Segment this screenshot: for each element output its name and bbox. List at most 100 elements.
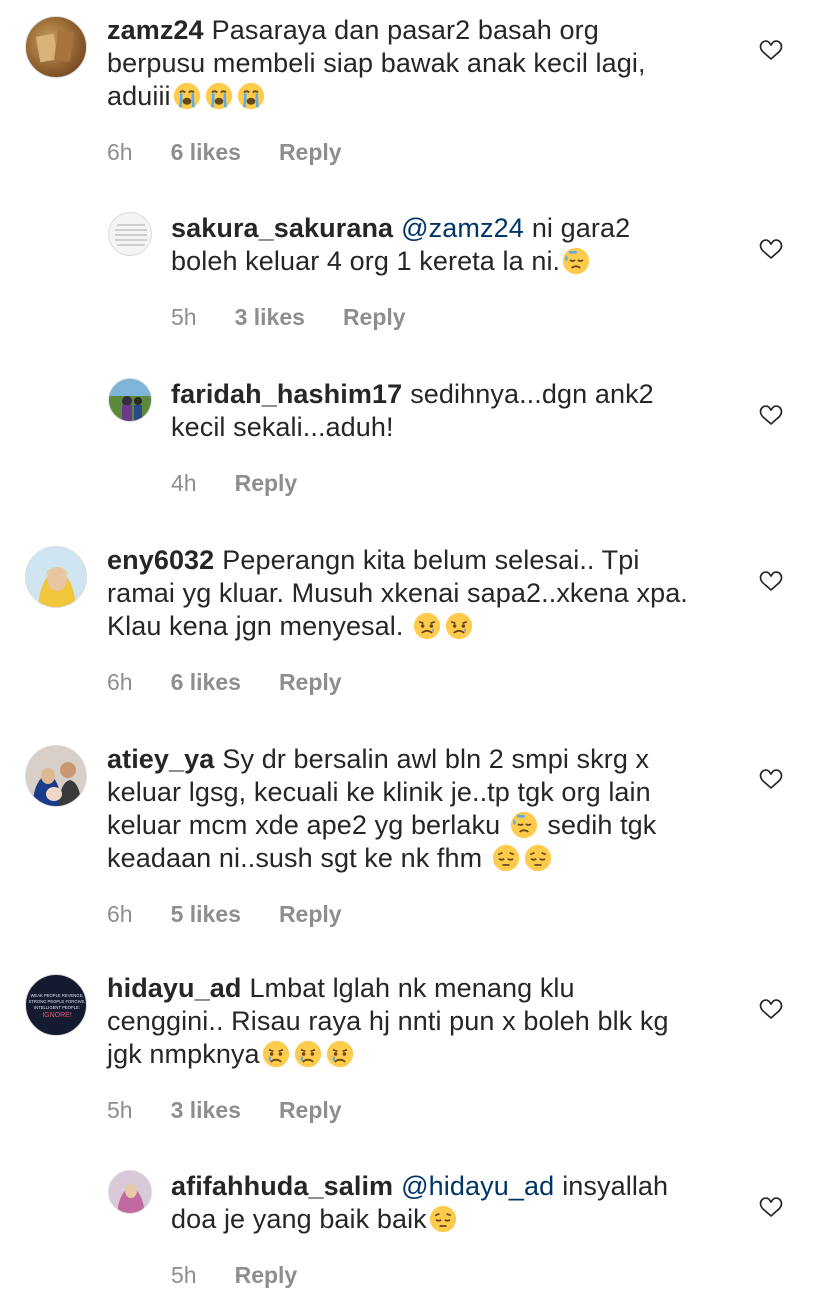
username-link[interactable]: atiey_ya — [107, 744, 214, 774]
avatar[interactable] — [25, 16, 87, 78]
like-heart-icon[interactable] — [758, 997, 784, 1021]
mention-link[interactable]: @hidayu_ad — [401, 1171, 554, 1201]
comment-line: Lmbat lglah nk menang klu — [249, 973, 575, 1003]
timestamp: 6h — [107, 669, 133, 695]
avatar-quote-line: INTELLIGENT PEOPLE: — [34, 1005, 80, 1010]
comment-body: sakura_sakurana @zamz24 ni gara2 boleh kel… — [171, 212, 731, 331]
comment-body: hidayu_ad Lmbat lglah nk menang klu cengg… — [107, 972, 727, 1124]
comment-meta: 4h Reply — [171, 470, 731, 497]
loudly-crying-emoji-icon — [205, 82, 233, 110]
username-link[interactable]: zamz24 — [107, 15, 204, 45]
avatar-image — [115, 224, 147, 246]
like-heart-icon[interactable] — [758, 1195, 784, 1219]
timestamp: 5h — [171, 1262, 197, 1288]
mention-link[interactable]: @zamz24 — [401, 213, 524, 243]
avatar[interactable] — [25, 546, 87, 608]
username-link[interactable]: hidayu_ad — [107, 973, 241, 1003]
comment-line: berpusu membeli siap bawak anak kecil la… — [107, 48, 646, 78]
comment-line: keadaan ni..sush sgt ke nk fhm — [107, 843, 483, 873]
like-heart-icon[interactable] — [758, 38, 784, 62]
comment-meta: 5h 3 likes Reply — [107, 1097, 727, 1124]
comment-line: ramai yg kluar. Musuh xkenai sapa2..xken… — [107, 578, 688, 608]
comment-line: doa je yang baik baik — [171, 1204, 427, 1234]
timestamp: 6h — [107, 901, 133, 927]
sad-relieved-emoji-icon — [445, 612, 473, 640]
comment-line: cenggini.. Risau raya hj nnti pun x bole… — [107, 1006, 669, 1036]
sad-relieved-emoji-icon — [413, 612, 441, 640]
likes-count[interactable]: 3 likes — [235, 304, 305, 331]
avatar-quote-line: STRONG PEOPLE FORGIVE, — [28, 999, 85, 1004]
comment-body: faridah_hashim17 sedihnya...dgn ank2 keci… — [171, 378, 731, 497]
comment-body: afifahhuda_salim @hidayu_ad insyallah doa … — [171, 1170, 731, 1289]
pensive-emoji-icon — [524, 844, 552, 872]
avatar-image — [32, 762, 82, 806]
crying-emoji-icon — [262, 1040, 290, 1068]
downcast-sweat-emoji-icon — [562, 247, 590, 275]
avatar-image — [117, 1184, 145, 1213]
comment-line: Peperangn kita belum selesai.. Tpi — [222, 545, 640, 575]
like-heart-icon[interactable] — [758, 403, 784, 427]
comment-body: atiey_ya Sy dr bersalin awl bln 2 smpi sk… — [107, 743, 727, 928]
timestamp: 4h — [171, 470, 197, 496]
comment-line: keluar mcm xde ape2 yg berlaku — [107, 810, 501, 840]
comment-line: jgk nmpknya — [107, 1039, 260, 1069]
comment-text: zamz24 Pasaraya dan pasar2 basah org berp… — [107, 14, 727, 113]
comment-text: eny6032 Peperangn kita belum selesai.. Tp… — [107, 544, 727, 643]
comment-line: sedihnya...dgn ank2 — [410, 379, 654, 409]
downcast-sweat-emoji-icon — [510, 811, 538, 839]
avatar[interactable] — [108, 378, 152, 422]
avatar-image: WEAK PEOPLE REVENGE, STRONG PEOPLE FORGI… — [28, 993, 85, 1019]
avatar-quote-line: IGNORE! — [42, 1012, 72, 1019]
comment-body: eny6032 Peperangn kita belum selesai.. Tp… — [107, 544, 727, 696]
likes-count[interactable]: 6 likes — [171, 139, 241, 166]
avatar[interactable]: WEAK PEOPLE REVENGE, STRONG PEOPLE FORGI… — [25, 974, 87, 1036]
comment-text: atiey_ya Sy dr bersalin awl bln 2 smpi sk… — [107, 743, 727, 875]
comment-meta: 6h 6 likes Reply — [107, 669, 727, 696]
avatar-quote-line: WEAK PEOPLE REVENGE, — [30, 993, 83, 998]
avatar[interactable] — [108, 212, 152, 256]
reply-button[interactable]: Reply — [279, 1097, 342, 1124]
comment-text: sakura_sakurana @zamz24 ni gara2 boleh kel… — [171, 212, 731, 278]
timestamp: 6h — [107, 139, 133, 165]
comment-line: Pasaraya dan pasar2 basah org — [211, 15, 599, 45]
avatar[interactable] — [108, 1170, 152, 1214]
comment-text: hidayu_ad Lmbat lglah nk menang klu cengg… — [107, 972, 727, 1071]
comment-line: Sy dr bersalin awl bln 2 smpi skrg x — [222, 744, 650, 774]
comment-line: boleh keluar 4 org 1 kereta la ni. — [171, 246, 561, 276]
comment-meta: 6h 5 likes Reply — [107, 901, 727, 928]
reply-button[interactable]: Reply — [279, 139, 342, 166]
comment-line: aduiii — [107, 81, 171, 111]
like-heart-icon[interactable] — [758, 237, 784, 261]
loudly-crying-emoji-icon — [173, 82, 201, 110]
reply-button[interactable]: Reply — [279, 901, 342, 928]
username-link[interactable]: faridah_hashim17 — [171, 379, 402, 409]
like-heart-icon[interactable] — [758, 767, 784, 791]
timestamp: 5h — [107, 1097, 133, 1123]
reply-button[interactable]: Reply — [235, 470, 298, 497]
reply-button[interactable]: Reply — [235, 1262, 298, 1289]
comment-line: Klau kena jgn menyesal. — [107, 611, 404, 641]
comment-meta: 5h 3 likes Reply — [171, 304, 731, 331]
like-heart-icon[interactable] — [758, 569, 784, 593]
avatar-image — [35, 30, 75, 63]
comment-meta: 5h Reply — [171, 1262, 731, 1289]
username-link[interactable]: afifahhuda_salim — [171, 1171, 393, 1201]
comment-meta: 6h 6 likes Reply — [107, 139, 727, 166]
likes-count[interactable]: 5 likes — [171, 901, 241, 928]
reply-button[interactable]: Reply — [279, 669, 342, 696]
likes-count[interactable]: 3 likes — [171, 1097, 241, 1124]
comment-text: faridah_hashim17 sedihnya...dgn ank2 keci… — [171, 378, 731, 444]
avatar-image — [122, 396, 142, 421]
comment-text: afifahhuda_salim @hidayu_ad insyallah doa … — [171, 1170, 731, 1236]
username-link[interactable]: eny6032 — [107, 545, 214, 575]
comment-line: ni gara2 — [531, 213, 631, 243]
pensive-emoji-icon — [429, 1205, 457, 1233]
reply-button[interactable]: Reply — [343, 304, 406, 331]
likes-count[interactable]: 6 likes — [171, 669, 241, 696]
loudly-crying-emoji-icon — [237, 82, 265, 110]
comment-line: sedih tgk — [547, 810, 657, 840]
username-link[interactable]: sakura_sakurana — [171, 213, 393, 243]
timestamp: 5h — [171, 304, 197, 330]
comment-line: keluar lgsg, kecuali ke klinik je..tp tg… — [107, 777, 651, 807]
avatar[interactable] — [25, 745, 87, 807]
